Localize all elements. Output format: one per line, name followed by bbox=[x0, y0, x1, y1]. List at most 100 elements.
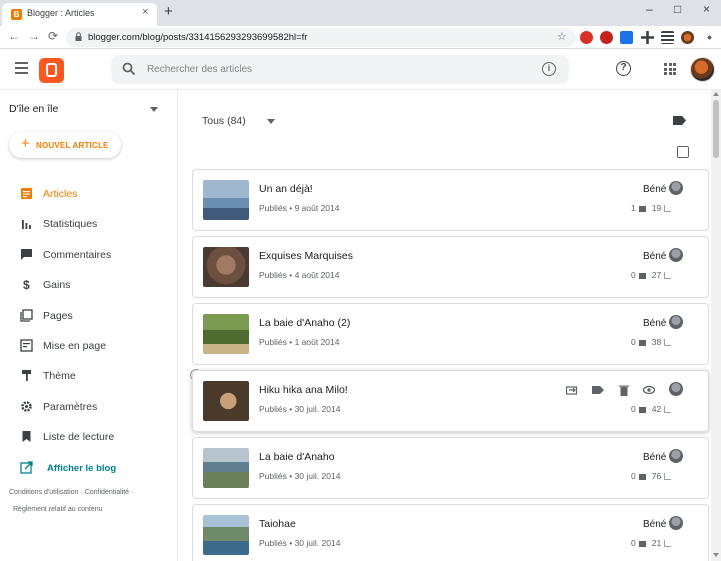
apps-grid-icon[interactable] bbox=[664, 63, 676, 75]
comment-icon bbox=[638, 406, 646, 413]
reload-button[interactable]: ⟳ bbox=[48, 29, 58, 43]
terms-link[interactable]: Conditions d'utilisation bbox=[9, 489, 78, 496]
extension-stop-icon[interactable] bbox=[580, 31, 593, 44]
author-avatar bbox=[669, 382, 683, 396]
chevron-down-icon[interactable] bbox=[267, 119, 275, 124]
sidebar-item-label: Gains bbox=[43, 279, 71, 291]
comment-count: 0 bbox=[631, 404, 636, 414]
sidebar-item-mise-en-page[interactable]: Mise en page bbox=[0, 335, 178, 357]
post-filter-dropdown[interactable]: Tous (84) bbox=[202, 115, 246, 127]
blogger-logo[interactable] bbox=[39, 58, 64, 83]
post-thumbnail bbox=[203, 180, 249, 220]
footer-separator: · bbox=[80, 489, 83, 496]
post-status-date: Publiés • 30 juil. 2014 bbox=[259, 471, 341, 481]
sidebar-item-theme[interactable]: Thème bbox=[0, 365, 178, 387]
browser-tab[interactable]: B Blogger : Articles × bbox=[2, 3, 157, 26]
help-icon[interactable]: ? bbox=[616, 61, 631, 76]
chevron-down-icon[interactable] bbox=[150, 107, 158, 112]
post-row[interactable]: La baie d'Anaho (2) Publiés • 1 août 201… bbox=[192, 303, 709, 365]
chrome-menu-icon[interactable] bbox=[703, 31, 716, 44]
menu-icon[interactable] bbox=[15, 62, 28, 77]
search-icon bbox=[122, 62, 136, 76]
post-title: Hiku hika ana Milo! bbox=[259, 384, 348, 396]
close-window-button[interactable]: × bbox=[703, 2, 710, 16]
post-title: Taiohae bbox=[259, 518, 296, 530]
post-stats: 0 27 bbox=[631, 270, 672, 280]
content-policy-link[interactable]: Règlement relatif au contenu bbox=[13, 506, 103, 513]
page-scrollbar[interactable] bbox=[711, 90, 721, 561]
browser-toolbar: ← → ⟳ blogger.com/blog/posts/33141562932… bbox=[0, 26, 721, 49]
extension-youtube-icon[interactable] bbox=[600, 31, 613, 44]
new-post-button[interactable]: + NOUVEL ARTICLE bbox=[9, 132, 121, 158]
reading-list-icon[interactable] bbox=[661, 31, 674, 44]
lock-icon bbox=[75, 32, 82, 41]
sidebar-item-statistiques[interactable]: Statistiques bbox=[0, 213, 178, 235]
post-stats: 1 19 bbox=[631, 203, 672, 213]
scroll-down-arrow-icon[interactable] bbox=[713, 553, 719, 557]
sidebar-item-label: Mise en page bbox=[43, 340, 107, 352]
post-author: Béné bbox=[643, 251, 667, 262]
post-stats: 0 76 bbox=[631, 471, 672, 481]
comment-count: 0 bbox=[631, 337, 636, 347]
browser-tabstrip: B Blogger : Articles × + – □ × bbox=[0, 0, 721, 26]
post-status-date: Publiés • 4 août 2014 bbox=[259, 270, 340, 280]
post-row[interactable]: La baie d'Anaho Publiés • 30 juil. 2014 … bbox=[192, 437, 709, 499]
plus-icon: + bbox=[21, 135, 30, 152]
blogger-favicon-icon: B bbox=[11, 9, 22, 20]
profile-avatar-icon[interactable] bbox=[681, 31, 694, 44]
select-all-checkbox[interactable] bbox=[677, 146, 689, 158]
extensions-puzzle-icon[interactable] bbox=[641, 31, 654, 44]
tab-close-icon[interactable]: × bbox=[142, 6, 148, 18]
delete-icon[interactable] bbox=[618, 384, 630, 396]
post-thumbnail bbox=[203, 381, 249, 421]
blog-selector[interactable]: D'île en île bbox=[9, 103, 58, 115]
stats-bars-icon bbox=[664, 473, 672, 481]
search-input[interactable]: Rechercher des articles i bbox=[111, 55, 569, 84]
post-row[interactable]: Un an déjà! Publiés • 9 août 2014 Béné 1… bbox=[192, 169, 709, 231]
sidebar-item-label: Pages bbox=[43, 310, 73, 322]
address-bar[interactable]: blogger.com/blog/posts/33141562932936995… bbox=[66, 28, 576, 47]
bookmark-star-icon[interactable]: ☆ bbox=[557, 30, 567, 43]
sidebar-item-commentaires[interactable]: Commentaires bbox=[0, 244, 178, 266]
svg-text:$: $ bbox=[23, 278, 30, 291]
back-button[interactable]: ← bbox=[8, 29, 20, 43]
minimize-button[interactable]: – bbox=[646, 2, 653, 16]
comment-icon bbox=[638, 339, 646, 346]
info-icon[interactable]: i bbox=[542, 62, 556, 76]
stats-bars-icon bbox=[664, 339, 672, 347]
sidebar-item-pages[interactable]: Pages bbox=[0, 305, 178, 327]
sidebar-item-liste-de-lecture[interactable]: Liste de lecture bbox=[0, 426, 178, 448]
gear-icon bbox=[21, 401, 32, 412]
post-title: Exquises Marquises bbox=[259, 250, 353, 262]
account-avatar[interactable] bbox=[690, 57, 715, 82]
view-count: 27 bbox=[651, 270, 662, 280]
post-author: Béné bbox=[643, 519, 667, 530]
stats-bars-icon bbox=[664, 540, 672, 548]
sidebar-item-gains[interactable]: $ Gains bbox=[0, 274, 178, 296]
view-count: 19 bbox=[651, 203, 662, 213]
post-status-date: Publiés • 1 août 2014 bbox=[259, 337, 340, 347]
view-count: 21 bbox=[651, 538, 662, 548]
sidebar-item-parametres[interactable]: Paramètres bbox=[0, 396, 178, 418]
post-row[interactable]: Exquises Marquises Publiés • 4 août 2014… bbox=[192, 236, 709, 298]
bookmark-icon bbox=[22, 431, 31, 442]
label-icon[interactable] bbox=[592, 384, 604, 396]
view-blog-link[interactable]: Afficher le blog bbox=[0, 457, 178, 479]
extension-news-icon[interactable] bbox=[620, 31, 633, 44]
post-row[interactable]: Hiku hika ana Milo! Publiés • 30 juil. 2… bbox=[192, 370, 709, 432]
author-avatar bbox=[669, 516, 683, 530]
privacy-link[interactable]: Confidentialité bbox=[85, 489, 129, 496]
blogger-header: Rechercher des articles i ? bbox=[0, 50, 721, 90]
forward-button[interactable]: → bbox=[28, 29, 40, 43]
share-icon[interactable] bbox=[566, 384, 578, 396]
author-avatar bbox=[669, 315, 683, 329]
label-icon[interactable] bbox=[673, 116, 686, 125]
maximize-button[interactable]: □ bbox=[674, 2, 681, 16]
scrollbar-thumb[interactable] bbox=[713, 100, 719, 158]
new-tab-button[interactable]: + bbox=[164, 4, 173, 19]
post-row[interactable]: Taiohae Publiés • 30 juil. 2014 Béné 0 21 bbox=[192, 504, 709, 561]
scroll-up-arrow-icon[interactable] bbox=[713, 92, 719, 96]
preview-eye-icon[interactable] bbox=[643, 384, 655, 396]
author-avatar bbox=[669, 248, 683, 262]
sidebar-item-articles[interactable]: Articles bbox=[0, 183, 178, 205]
